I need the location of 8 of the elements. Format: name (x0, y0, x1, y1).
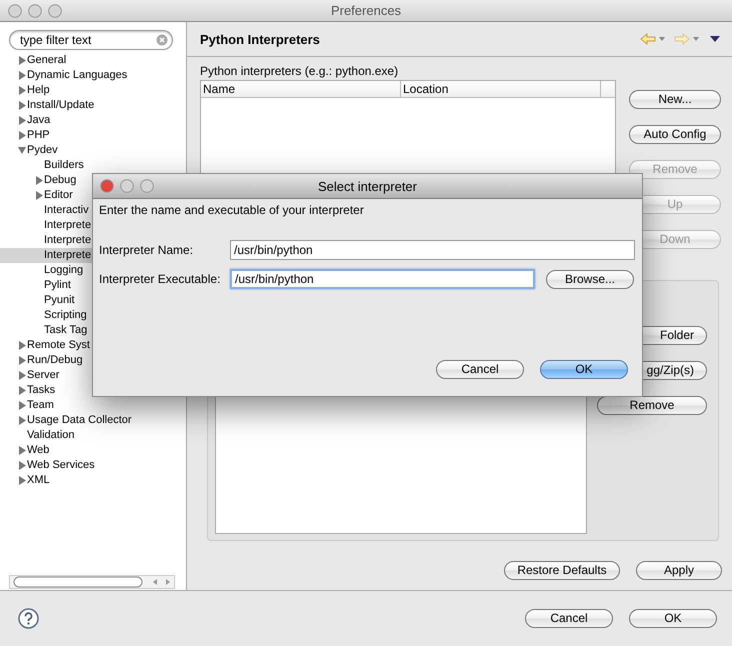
table-label: Python interpreters (e.g.: python.exe) (200, 63, 400, 79)
field-label: Interpreter Executable: (99, 272, 222, 286)
dialog-title: Select interpreter (318, 178, 417, 194)
dialog-message: Enter the name and executable of your interpreter (99, 202, 365, 218)
page-title: Python Interpreters (200, 32, 321, 46)
window-title: Preferences (330, 3, 402, 18)
button: Remove (629, 160, 721, 179)
field-label: Interpreter Name: (99, 243, 194, 257)
